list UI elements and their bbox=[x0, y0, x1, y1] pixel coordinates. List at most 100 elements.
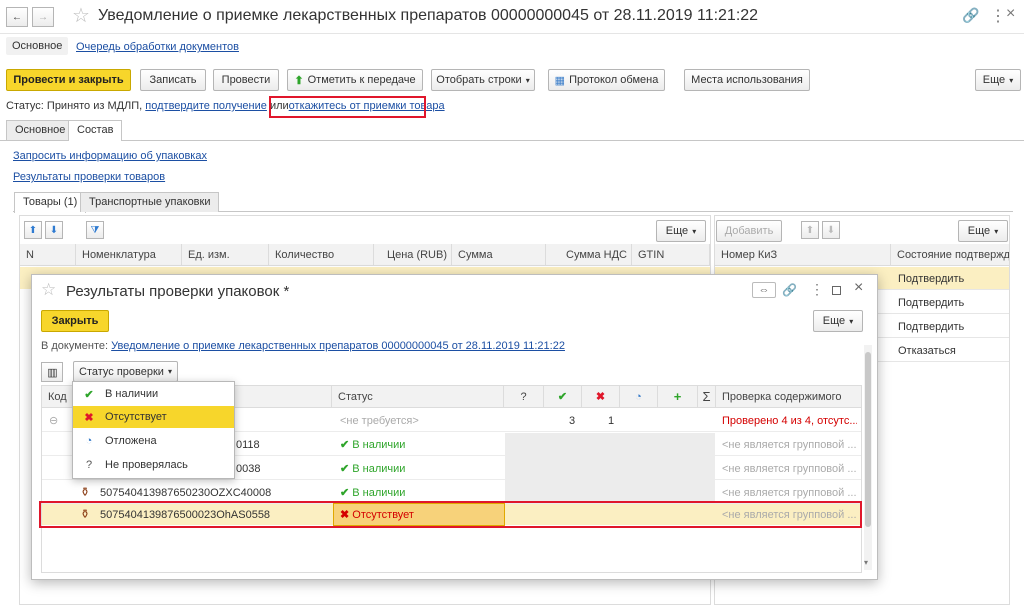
check-icon: ✔ bbox=[557, 391, 568, 403]
arrow-right-icon: → bbox=[38, 11, 48, 23]
more-vert-icon[interactable]: ⋮ bbox=[990, 6, 1006, 26]
back-button[interactable]: ← bbox=[6, 7, 28, 27]
dialog-close-button[interactable]: Закрыть bbox=[41, 310, 109, 332]
more-button[interactable]: Еще ▾ bbox=[975, 69, 1021, 91]
row-status-text: В наличии bbox=[352, 487, 406, 499]
post-close-button[interactable]: Провести и закрыть bbox=[6, 69, 131, 91]
question-icon: ? bbox=[85, 459, 93, 471]
window-switch-icon[interactable]: ⇔ bbox=[752, 282, 776, 298]
dialog-more-button[interactable]: Еще ▾ bbox=[813, 310, 863, 332]
row-code: 0118 bbox=[236, 439, 260, 451]
request-packages-link[interactable]: Запросить информацию об упаковках bbox=[13, 150, 207, 162]
kiz-more-button[interactable]: Еще ▾ bbox=[958, 220, 1008, 242]
col-unknown[interactable]: ? bbox=[504, 386, 544, 408]
col-extra[interactable]: + bbox=[658, 386, 698, 408]
link-icon[interactable]: 🔗 bbox=[782, 283, 797, 297]
more-vert-icon[interactable]: ⋮ bbox=[810, 281, 824, 298]
confirm-receipt-link[interactable]: подтвердите получение bbox=[145, 100, 267, 112]
dropdown-item-not-checked[interactable]: ? Не проверялась bbox=[73, 454, 234, 476]
document-line: В документе: Уведомление о приемке лекар… bbox=[41, 340, 565, 352]
close-icon[interactable]: × bbox=[854, 279, 863, 297]
goods-more-label: Еще bbox=[665, 225, 689, 237]
subtab-goods[interactable]: Товары (1) bbox=[14, 192, 87, 213]
scroll-down-icon[interactable]: ▾ bbox=[864, 558, 868, 567]
col-kiz-number[interactable]: Номер КиЗ bbox=[715, 244, 891, 266]
barcode-button[interactable]: ▥ bbox=[41, 362, 63, 382]
highlight-refuse-link bbox=[269, 96, 426, 118]
kiz-up-button[interactable]: ⬆ bbox=[801, 221, 819, 239]
status-text: Принято из МДЛП, bbox=[46, 100, 143, 112]
maximize-icon[interactable] bbox=[832, 286, 841, 295]
highlight-missing-row bbox=[39, 501, 862, 528]
dialog-more-label: Еще bbox=[822, 315, 846, 327]
row-count-present: 3 bbox=[569, 415, 576, 427]
col-gtin[interactable]: GTIN bbox=[632, 244, 710, 266]
move-down-button[interactable]: ⬇ bbox=[45, 221, 63, 239]
plus-icon: + bbox=[673, 389, 682, 404]
check-status-filter[interactable]: Статус проверки ▾ bbox=[73, 361, 178, 382]
filter-icon: ⧩ bbox=[90, 224, 100, 236]
forward-button[interactable]: → bbox=[32, 7, 54, 27]
check-icon: ✔ bbox=[84, 388, 94, 401]
col-nomenclature[interactable]: Номенклатура bbox=[76, 244, 182, 266]
col-sum[interactable]: Σ bbox=[698, 386, 716, 408]
select-rows-label: Отобрать строки bbox=[436, 74, 522, 86]
document-label: В документе: bbox=[41, 340, 109, 352]
arrow-up-green-icon: ⬆ bbox=[294, 74, 304, 87]
col-unit[interactable]: Ед. изм. bbox=[182, 244, 269, 266]
row-status: ✔ В наличии bbox=[340, 458, 405, 480]
exchange-log-button[interactable]: ▦ Протокол обмена bbox=[548, 69, 665, 91]
nav-processing-queue[interactable]: Очередь обработки документов bbox=[76, 41, 239, 53]
save-button[interactable]: Записать bbox=[140, 69, 206, 91]
col-status[interactable]: Статус bbox=[332, 386, 504, 408]
favorite-star-icon[interactable]: ☆ bbox=[72, 3, 90, 28]
check-icon: ✔ bbox=[340, 463, 350, 475]
document-link[interactable]: Уведомление о приемке лекарственных преп… bbox=[111, 340, 565, 352]
check-results-link[interactable]: Результаты проверки товаров bbox=[13, 171, 165, 183]
col-sum[interactable]: Сумма bbox=[452, 244, 546, 266]
favorite-star-icon[interactable]: ☆ bbox=[41, 280, 56, 300]
add-kiz-button[interactable]: Добавить bbox=[716, 220, 782, 242]
col-n[interactable]: N bbox=[20, 244, 76, 266]
dropdown-item-postponed[interactable]: ◔ Отложена bbox=[73, 430, 234, 452]
link-icon[interactable]: 🔗 bbox=[962, 7, 979, 24]
col-kiz-state[interactable]: Состояние подтвержде bbox=[891, 244, 1009, 266]
chevron-down-icon: ▾ bbox=[167, 367, 172, 376]
window-title: Уведомление о приемке лекарственных преп… bbox=[98, 7, 759, 24]
select-rows-button[interactable]: Отобрать строки ▾ bbox=[431, 69, 535, 91]
nav-main[interactable]: Основное bbox=[6, 37, 69, 55]
tabs-baseline bbox=[0, 140, 1024, 141]
tab-composition[interactable]: Состав bbox=[68, 120, 123, 141]
usage-places-button[interactable]: Места использования bbox=[684, 69, 810, 91]
kiz-state: Подтвердить bbox=[898, 297, 965, 309]
kiz-down-button[interactable]: ⬇ bbox=[822, 221, 840, 239]
col-present[interactable]: ✔ bbox=[544, 386, 582, 408]
filter-button[interactable]: ⧩ bbox=[86, 221, 104, 239]
post-button[interactable]: Провести bbox=[213, 69, 279, 91]
close-icon[interactable]: × bbox=[1006, 5, 1015, 23]
clock-icon: ◔ bbox=[635, 391, 642, 403]
sigma-icon: Σ bbox=[702, 389, 711, 404]
col-price[interactable]: Цена (RUB) bbox=[374, 244, 452, 266]
tab-main[interactable]: Основное bbox=[6, 120, 75, 140]
chevron-down-icon: ▾ bbox=[525, 75, 530, 85]
row-content-check: <не является групповой ... bbox=[722, 439, 857, 451]
col-content-check[interactable]: Проверка содержимого bbox=[716, 386, 861, 408]
col-quantity[interactable]: Количество bbox=[269, 244, 374, 266]
row-status: <не требуется> bbox=[340, 415, 419, 427]
mark-transfer-button[interactable]: ⬆ Отметить к передаче bbox=[287, 69, 423, 91]
subtab-transport[interactable]: Транспортные упаковки bbox=[80, 192, 220, 212]
cross-icon: ✖ bbox=[84, 411, 94, 424]
row-status-text: В наличии bbox=[352, 463, 406, 475]
dropdown-item-missing[interactable]: ✖ Отсутствует bbox=[73, 406, 234, 428]
goods-more-button[interactable]: Еще ▾ bbox=[656, 220, 706, 242]
dropdown-item-present[interactable]: ✔ В наличии bbox=[73, 383, 234, 405]
move-up-button[interactable]: ⬆ bbox=[24, 221, 42, 239]
col-vat[interactable]: Сумма НДС bbox=[546, 244, 632, 266]
scrollbar-thumb[interactable] bbox=[865, 352, 871, 527]
tree-toggle-icon[interactable]: ⊖ bbox=[49, 410, 58, 432]
col-missing[interactable]: ✖ bbox=[582, 386, 620, 408]
col-postponed[interactable]: ◔ bbox=[620, 386, 658, 408]
goods-header: N Номенклатура Ед. изм. Количество Цена … bbox=[20, 244, 710, 266]
check-status-label: Статус проверки bbox=[79, 365, 164, 378]
